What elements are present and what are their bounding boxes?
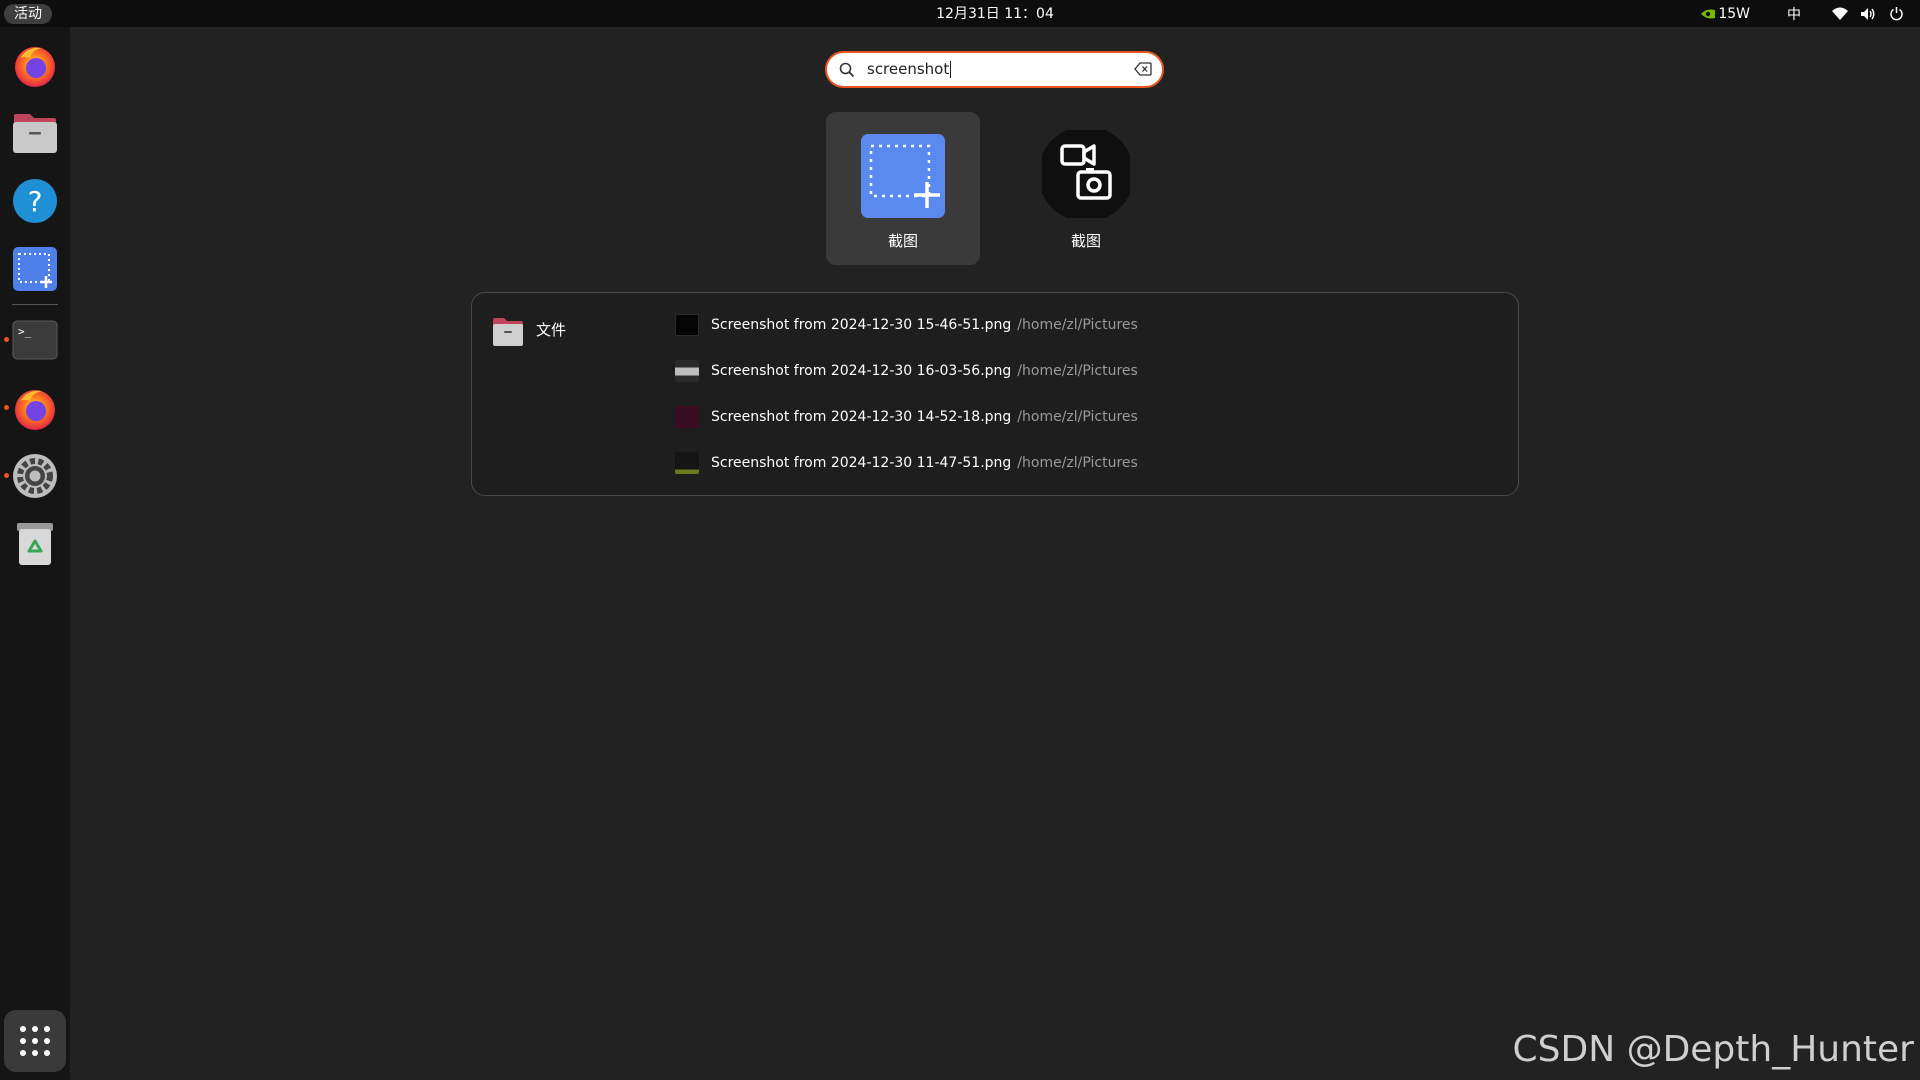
file-result-row[interactable]: Screenshot from 2024-12-30 14-52-18.png … — [675, 400, 1138, 434]
dock-separator — [12, 304, 58, 305]
screenshot-icon — [13, 247, 57, 291]
dock-app-firefox-running[interactable] — [11, 384, 59, 432]
app-result-screen-recorder[interactable]: 截图 — [1009, 112, 1163, 265]
file-path: /home/zl/Pictures — [1017, 317, 1138, 333]
app-result-screenshot[interactable]: 截图 — [826, 112, 980, 265]
input-method-indicator[interactable]: 中 — [1787, 0, 1801, 27]
clock[interactable]: 12月31日 11：04 — [0, 0, 1920, 29]
dock: ? >_ — [0, 27, 70, 1080]
text-caret — [950, 61, 952, 78]
grid-icon — [20, 1026, 50, 1056]
dock-app-help[interactable]: ? — [11, 177, 59, 225]
watermark: CSDN @Depth_Hunter — [1512, 1029, 1914, 1070]
dock-app-files[interactable] — [11, 109, 59, 157]
settings-icon — [13, 454, 57, 498]
input-method-label: 中 — [1787, 6, 1801, 23]
dock-app-screenshot[interactable] — [11, 245, 59, 293]
search-icon — [839, 62, 855, 78]
clear-search-icon[interactable] — [1134, 62, 1152, 76]
running-indicator — [4, 473, 9, 478]
file-path: /home/zl/Pictures — [1017, 409, 1138, 425]
file-name: Screenshot from 2024-12-30 14-52-18.png — [711, 409, 1012, 425]
screenshot-app-icon — [861, 134, 945, 218]
file-result-row[interactable]: Screenshot from 2024-12-30 15-46-51.png … — [675, 308, 1138, 342]
folder-icon — [493, 318, 523, 346]
firefox-icon — [15, 390, 55, 430]
file-name: Screenshot from 2024-12-30 11-47-51.png — [711, 455, 1012, 471]
search-input[interactable]: screenshot — [825, 51, 1164, 88]
help-icon: ? — [13, 179, 57, 223]
running-indicator — [4, 405, 9, 410]
file-search-results: 文件 Screenshot from 2024-12-30 15-46-51.p… — [471, 292, 1519, 496]
search-value: screenshot — [867, 60, 950, 78]
screen-record-icon — [1042, 130, 1130, 218]
file-path: /home/zl/Pictures — [1017, 455, 1138, 471]
app-result-label: 截图 — [887, 232, 918, 250]
firefox-icon — [15, 47, 55, 87]
app-result-label: 截图 — [1070, 232, 1101, 250]
volume-icon[interactable] — [1860, 0, 1876, 27]
power-menu-icon[interactable] — [1889, 0, 1904, 27]
file-thumbnail — [675, 360, 699, 382]
file-thumbnail — [675, 314, 699, 336]
running-indicator — [4, 337, 9, 342]
show-apps-button[interactable] — [4, 1010, 66, 1072]
trash-icon — [17, 523, 53, 565]
wifi-icon[interactable] — [1832, 0, 1848, 27]
svg-text:?: ? — [28, 185, 43, 218]
svg-text:>_: >_ — [18, 325, 32, 338]
top-bar: 活动 12月31日 11：04 15W 中 — [0, 0, 1920, 27]
file-result-row[interactable]: Screenshot from 2024-12-30 16-03-56.png … — [675, 354, 1138, 388]
dock-app-settings[interactable] — [11, 452, 59, 500]
dock-app-terminal[interactable]: >_ — [11, 316, 59, 364]
file-result-row[interactable]: Screenshot from 2024-12-30 11-47-51.png … — [675, 446, 1138, 480]
dock-app-trash[interactable] — [11, 520, 59, 568]
file-thumbnail — [675, 452, 699, 474]
files-icon — [13, 114, 57, 153]
power-label: 15W — [1718, 5, 1750, 22]
file-name: Screenshot from 2024-12-30 15-46-51.png — [711, 317, 1012, 333]
search-text: screenshot — [867, 53, 952, 86]
file-path: /home/zl/Pictures — [1017, 363, 1138, 379]
nvidia-icon — [1701, 9, 1716, 18]
dock-app-firefox[interactable] — [11, 41, 59, 89]
power-indicator[interactable]: 15W — [1700, 0, 1750, 27]
file-name: Screenshot from 2024-12-30 16-03-56.png — [711, 363, 1012, 379]
provider-label[interactable]: 文件 — [536, 317, 566, 343]
terminal-icon: >_ — [12, 320, 58, 360]
file-thumbnail — [675, 406, 699, 428]
